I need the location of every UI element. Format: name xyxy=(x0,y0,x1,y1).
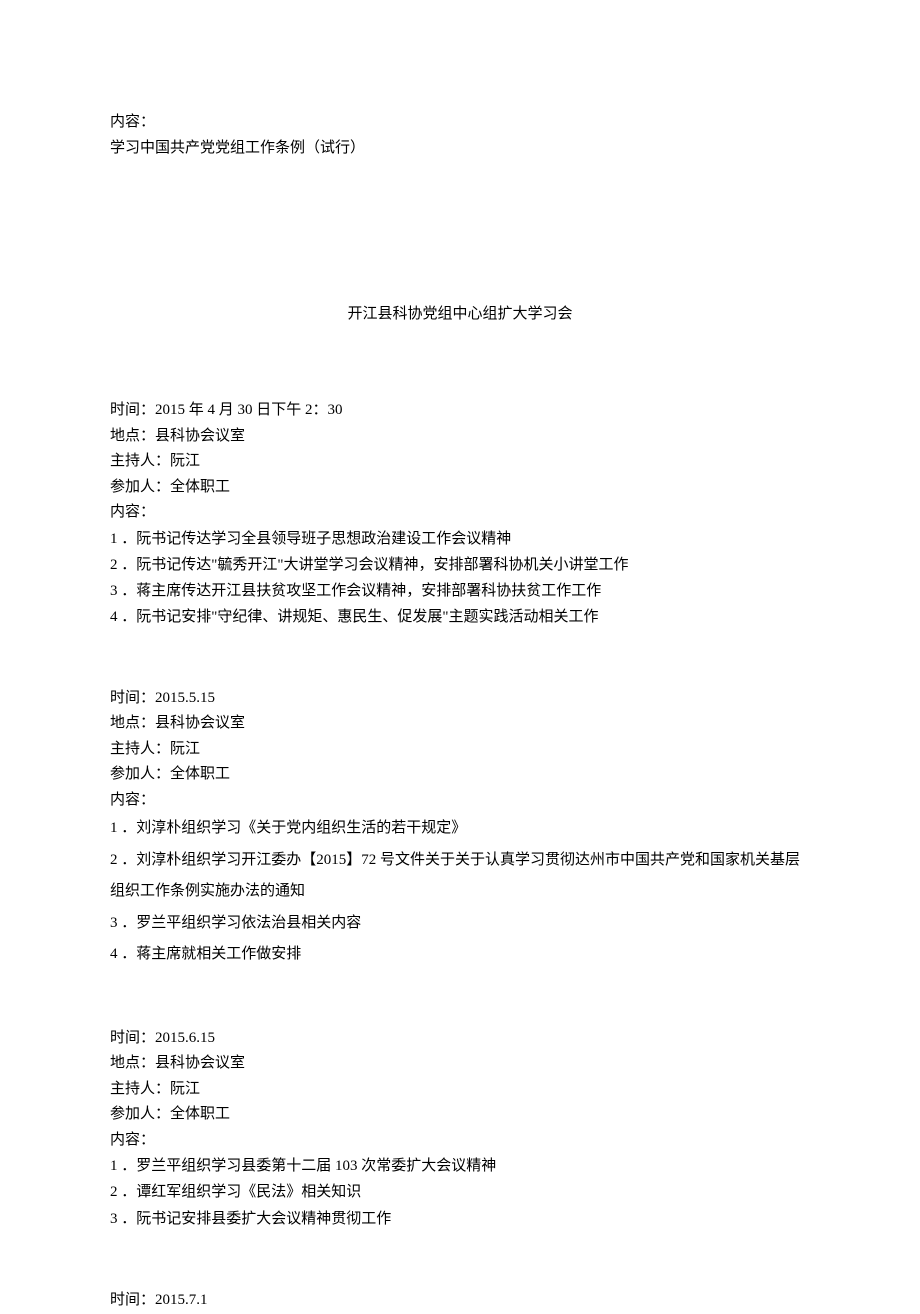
intro-section: 内容： 学习中国共产党党组工作条例（试行） xyxy=(110,110,810,161)
list-item: 1 ．罗兰平组织学习县委第十二届 103 次常委扩大会议精神 xyxy=(110,1153,810,1179)
meeting-block-3: 时间：2015.6.15 地点：县科协会议室 主持人：阮江 参加人：全体职工 内… xyxy=(110,1026,810,1232)
content-list: 1 ．罗兰平组织学习县委第十二届 103 次常委扩大会议精神 2 ．谭红军组织学… xyxy=(110,1153,810,1232)
list-item: 3 ．蒋主席传达开江县扶贫攻坚工作会议精神，安排部署科协扶贫工作工作 xyxy=(110,578,810,604)
content-list: 1 ．刘淳朴组织学习《关于党内组织生活的若干规定》 2 ．刘淳朴组织学习开江委办… xyxy=(110,813,810,971)
list-item: 4 ．蒋主席就相关工作做安排 xyxy=(110,939,810,971)
meeting-attendees: 参加人：全体职工 xyxy=(110,475,810,501)
meeting-time: 时间：2015 年 4 月 30 日下午 2：30 xyxy=(110,398,810,424)
list-item: 2 ．谭红军组织学习《民法》相关知识 xyxy=(110,1179,810,1205)
meeting-host: 主持人：阮江 xyxy=(110,1077,810,1103)
final-time-line: 时间：2015.7.1 xyxy=(110,1287,810,1314)
list-item: 2 ．阮书记传达"毓秀开江"大讲堂学习会议精神，安排部署科协机关小讲堂工作 xyxy=(110,552,810,578)
list-item: 1 ．刘淳朴组织学习《关于党内组织生活的若干规定》 xyxy=(110,813,810,845)
meeting-content-label: 内容： xyxy=(110,788,810,814)
meeting-host: 主持人：阮江 xyxy=(110,449,810,475)
meeting-attendees: 参加人：全体职工 xyxy=(110,762,810,788)
meeting-time: 时间：2015.6.15 xyxy=(110,1026,810,1052)
meeting-block-1: 时间：2015 年 4 月 30 日下午 2：30 地点：县科协会议室 主持人：… xyxy=(110,398,810,631)
content-list: 1 ．阮书记传达学习全县领导班子思想政治建设工作会议精神 2 ．阮书记传达"毓秀… xyxy=(110,526,810,631)
meeting-block-2: 时间：2015.5.15 地点：县科协会议室 主持人：阮江 参加人：全体职工 内… xyxy=(110,686,810,971)
meeting-location: 地点：县科协会议室 xyxy=(110,1051,810,1077)
meeting-attendees: 参加人：全体职工 xyxy=(110,1102,810,1128)
list-item: 4 ．阮书记安排"守纪律、讲规矩、惠民生、促发展"主题实践活动相关工作 xyxy=(110,604,810,630)
intro-text: 学习中国共产党党组工作条例（试行） xyxy=(110,136,810,162)
list-item: 2 ．刘淳朴组织学习开江委办【2015】72 号文件关于关于认真学习贯彻达州市中… xyxy=(110,845,810,908)
list-item: 3 ．阮书记安排县委扩大会议精神贯彻工作 xyxy=(110,1206,810,1232)
list-item: 1 ．阮书记传达学习全县领导班子思想政治建设工作会议精神 xyxy=(110,526,810,552)
intro-label: 内容： xyxy=(110,110,810,136)
document-title: 开江县科协党组中心组扩大学习会 xyxy=(110,301,810,328)
meeting-host: 主持人：阮江 xyxy=(110,737,810,763)
meeting-location: 地点：县科协会议室 xyxy=(110,711,810,737)
meeting-content-label: 内容： xyxy=(110,1128,810,1154)
meeting-content-label: 内容： xyxy=(110,500,810,526)
meeting-location: 地点：县科协会议室 xyxy=(110,424,810,450)
meeting-time: 时间：2015.5.15 xyxy=(110,686,810,712)
title-section: 开江县科协党组中心组扩大学习会 xyxy=(110,301,810,328)
list-item: 3 ．罗兰平组织学习依法治县相关内容 xyxy=(110,908,810,940)
